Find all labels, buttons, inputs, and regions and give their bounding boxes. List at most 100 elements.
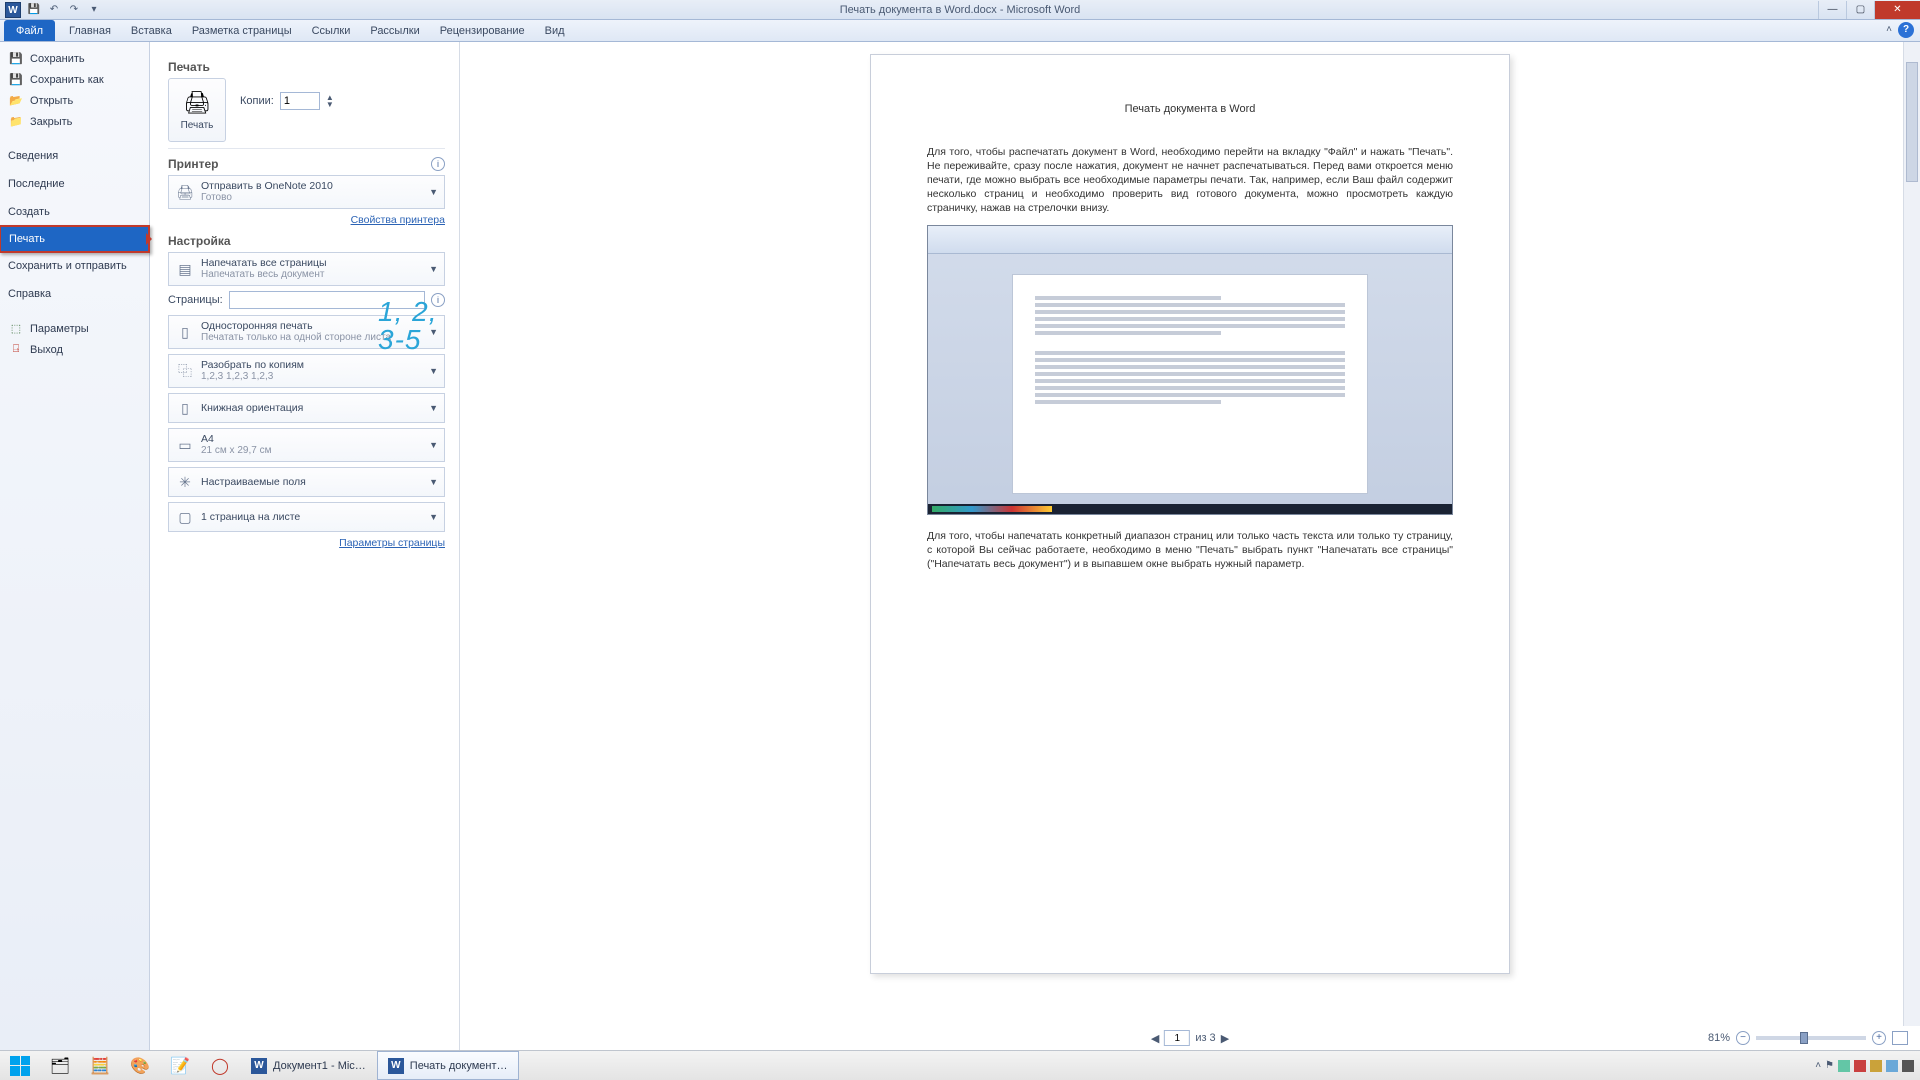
taskbar-app-word2[interactable]: WПечать документ… xyxy=(377,1051,519,1080)
backstage-sidebar: 💾Сохранить 💾Сохранить как 📂Открыть 📁Закр… xyxy=(0,42,150,1050)
margins-dropdown[interactable]: ✳ Настраиваемые поля ▼ xyxy=(168,467,445,497)
taskbar-app-label: Документ1 - Mic… xyxy=(273,1060,366,1072)
word-icon: W xyxy=(5,2,21,18)
orientation-label: Книжная ориентация xyxy=(201,402,303,414)
sidebar-item-open[interactable]: 📂Открыть xyxy=(0,90,149,111)
printer-properties-link[interactable]: Свойства принтера xyxy=(168,214,445,226)
zoom-thumb[interactable] xyxy=(1800,1032,1808,1044)
taskbar-app-word1[interactable]: WДокумент1 - Mic… xyxy=(240,1051,377,1080)
margins-icon: ✳ xyxy=(175,472,195,492)
tray-indicator[interactable] xyxy=(1886,1060,1898,1072)
tray-chevron-icon[interactable]: ˄ xyxy=(1815,1060,1821,1071)
copies-input[interactable] xyxy=(280,92,320,110)
pages-info-icon[interactable]: i xyxy=(431,293,445,307)
paper-title: A4 xyxy=(201,433,271,445)
chevron-down-icon: ▼ xyxy=(429,440,438,450)
taskbar-notepad-icon[interactable]: 📝 xyxy=(160,1051,200,1080)
sidebar-item-info[interactable]: Сведения xyxy=(0,142,149,170)
prev-page-button[interactable]: ◀ xyxy=(1151,1032,1159,1045)
options-icon: ⬚ xyxy=(8,321,24,337)
printer-status-icon: 🖨 xyxy=(175,182,195,202)
qat-customize-icon[interactable]: ▾ xyxy=(86,2,102,18)
sidebar-label: Сохранить и отправить xyxy=(8,260,127,272)
printer-dropdown[interactable]: 🖨 Отправить в OneNote 2010Готово ▼ xyxy=(168,175,445,209)
tab-review[interactable]: Рецензирование xyxy=(430,20,535,41)
preview-scrollbar[interactable] xyxy=(1903,42,1920,1026)
tray-indicator[interactable] xyxy=(1870,1060,1882,1072)
help-icon[interactable]: ? xyxy=(1898,22,1914,38)
qat-redo-icon[interactable]: ↷ xyxy=(66,2,82,18)
ribbon-collapse-icon[interactable]: ˄ xyxy=(1886,24,1892,35)
sides-dropdown[interactable]: ▯ Односторонняя печатьПечатать только на… xyxy=(168,315,445,349)
qat-save-icon[interactable]: 💾 xyxy=(26,2,42,18)
next-page-button[interactable]: ▶ xyxy=(1221,1032,1229,1045)
range-title: Напечатать все страницы xyxy=(201,257,327,269)
sidebar-item-options[interactable]: ⬚ Параметры xyxy=(0,318,149,339)
print-range-dropdown[interactable]: ▤ Напечатать все страницыНапечатать весь… xyxy=(168,252,445,286)
printer-heading: Принтер xyxy=(168,157,218,171)
tab-references[interactable]: Ссылки xyxy=(302,20,361,41)
sidebar-item-help[interactable]: Справка xyxy=(0,280,149,308)
taskbar-opera-icon[interactable]: ◯ xyxy=(200,1051,240,1080)
taskbar-explorer-icon[interactable]: 🗂 xyxy=(40,1051,80,1080)
taskbar-calc-icon[interactable]: 🧮 xyxy=(80,1051,120,1080)
print-button[interactable]: 🖨 Печать xyxy=(168,78,226,142)
pages-icon: ▤ xyxy=(175,259,195,279)
sidebar-item-recent[interactable]: Последние xyxy=(0,170,149,198)
copies-label: Копии: xyxy=(240,95,274,107)
sidebar-label: Выход xyxy=(30,344,63,356)
chevron-down-icon: ▼ xyxy=(429,327,438,337)
sidebar-item-print[interactable]: Печать xyxy=(0,225,150,253)
pages-label: Страницы: xyxy=(168,294,223,306)
taskbar-paint-icon[interactable]: 🎨 xyxy=(120,1051,160,1080)
close-button[interactable]: ✕ xyxy=(1874,1,1920,19)
start-button[interactable] xyxy=(0,1051,40,1080)
tab-insert[interactable]: Вставка xyxy=(121,20,182,41)
collate-dropdown[interactable]: ⿻ Разобрать по копиям1,2,3 1,2,3 1,2,3 ▼ xyxy=(168,354,445,388)
tab-layout[interactable]: Разметка страницы xyxy=(182,20,302,41)
zoom-percent: 81% xyxy=(1708,1032,1730,1044)
sidebar-item-close[interactable]: 📁Закрыть xyxy=(0,111,149,132)
tab-home[interactable]: Главная xyxy=(59,20,121,41)
copies-stepper-icon[interactable]: ▲▼ xyxy=(326,94,334,108)
chevron-down-icon: ▼ xyxy=(429,403,438,413)
collate-icon: ⿻ xyxy=(175,361,195,381)
sidebar-item-new[interactable]: Создать xyxy=(0,198,149,226)
pps-label: 1 страница на листе xyxy=(201,511,300,523)
tray-flag-icon[interactable]: ⚑ xyxy=(1825,1060,1834,1071)
tray-indicator[interactable] xyxy=(1838,1060,1850,1072)
maximize-button[interactable]: ▢ xyxy=(1846,1,1874,19)
zoom-in-button[interactable]: + xyxy=(1872,1031,1886,1045)
doc-title: Печать документа в Word xyxy=(927,103,1453,115)
tray-indicator[interactable] xyxy=(1854,1060,1866,1072)
tray-indicator[interactable] xyxy=(1902,1060,1914,1072)
tab-view[interactable]: Вид xyxy=(535,20,575,41)
sidebar-label: Параметры xyxy=(30,323,89,335)
sidebar-item-share[interactable]: Сохранить и отправить xyxy=(0,252,149,280)
zoom-slider[interactable] xyxy=(1756,1036,1866,1040)
paper-dropdown[interactable]: ▭ A421 см x 29,7 см ▼ xyxy=(168,428,445,462)
orientation-dropdown[interactable]: ▯ Книжная ориентация ▼ xyxy=(168,393,445,423)
sidebar-label: Открыть xyxy=(30,95,73,107)
sidebar-item-save-as[interactable]: 💾Сохранить как xyxy=(0,69,149,90)
print-heading: Печать xyxy=(168,60,445,74)
minimize-button[interactable]: ― xyxy=(1818,1,1846,19)
scrollbar-thumb[interactable] xyxy=(1906,62,1918,182)
sidebar-item-save[interactable]: 💾Сохранить xyxy=(0,48,149,69)
pages-input[interactable] xyxy=(229,291,425,309)
windows-taskbar: 🗂 🧮 🎨 📝 ◯ WДокумент1 - Mic… WПечать доку… xyxy=(0,1050,1920,1080)
printer-info-icon[interactable]: i xyxy=(431,157,445,171)
sidebar-item-exit[interactable]: ⍈Выход xyxy=(0,339,149,360)
fit-page-button[interactable] xyxy=(1892,1031,1908,1045)
qat-undo-icon[interactable]: ↶ xyxy=(46,2,62,18)
setup-heading: Настройка xyxy=(168,234,445,248)
pages-per-sheet-dropdown[interactable]: ▢ 1 страница на листе ▼ xyxy=(168,502,445,532)
quick-access-toolbar: 💾 ↶ ↷ ▾ xyxy=(26,2,102,18)
windows-logo-icon xyxy=(10,1056,30,1076)
chevron-down-icon: ▼ xyxy=(429,512,438,522)
tab-mailings[interactable]: Рассылки xyxy=(360,20,429,41)
page-setup-link[interactable]: Параметры страницы xyxy=(168,537,445,549)
zoom-out-button[interactable]: − xyxy=(1736,1031,1750,1045)
current-page-input[interactable] xyxy=(1164,1030,1190,1046)
tab-file[interactable]: Файл xyxy=(4,20,55,41)
